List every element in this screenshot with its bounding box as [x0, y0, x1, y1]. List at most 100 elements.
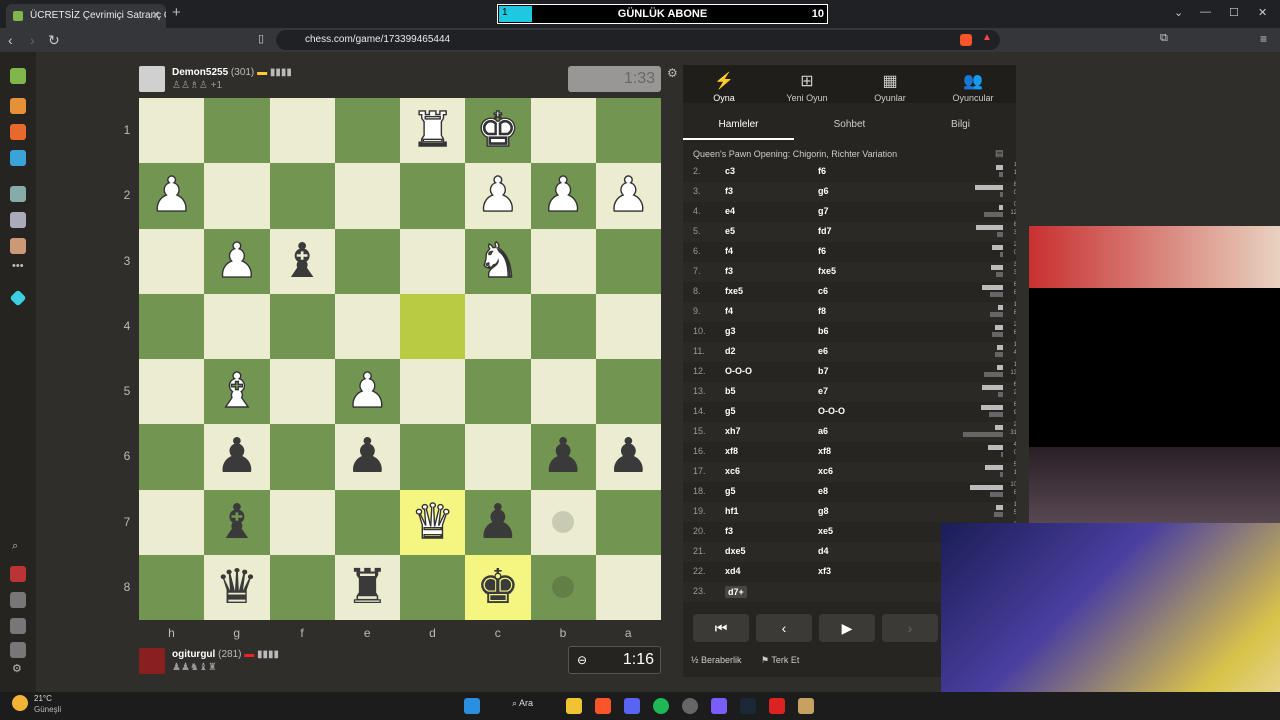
address-bar[interactable]: chess.com/game/173399465444 [276, 30, 1000, 50]
notifications-icon[interactable] [10, 592, 26, 608]
tab-new-game[interactable]: ⊞ Yeni Oyun [767, 71, 847, 103]
news-icon[interactable] [10, 212, 26, 228]
white-move[interactable]: c3 [725, 166, 735, 176]
watch-icon[interactable] [10, 186, 26, 202]
game-icon[interactable] [798, 698, 814, 714]
square[interactable] [400, 163, 466, 229]
white-pawn-piece[interactable]: ♟ [531, 163, 596, 228]
next-move-button[interactable]: ▶ [819, 614, 875, 642]
square[interactable] [530, 228, 596, 294]
white-move[interactable]: f4 [725, 306, 733, 316]
file-explorer-icon[interactable] [566, 698, 582, 714]
square[interactable] [595, 359, 661, 425]
square[interactable] [465, 293, 531, 359]
square[interactable] [204, 163, 270, 229]
white-move[interactable]: f3 [725, 526, 733, 536]
top-player-name[interactable]: Demon5255 (301) ▬ ▮▮▮▮ [172, 67, 292, 78]
white-move[interactable]: e4 [725, 206, 735, 216]
black-move[interactable]: c6 [818, 286, 828, 296]
black-king-piece[interactable]: ♚ [465, 555, 530, 620]
back-icon[interactable]: ‹ [8, 32, 13, 48]
black-move[interactable]: xe5 [818, 526, 833, 536]
white-move[interactable]: O-O-O [725, 366, 752, 376]
square[interactable] [269, 424, 335, 490]
square[interactable] [400, 424, 466, 490]
maximize-icon[interactable]: ☐ [1229, 6, 1239, 19]
white-move[interactable]: g3 [725, 326, 736, 336]
black-move[interactable]: b7 [818, 366, 829, 376]
black-bishop-piece[interactable]: ♝ [204, 490, 269, 555]
copy-icon[interactable]: ▤ [995, 148, 1004, 159]
puzzles-icon[interactable] [10, 98, 26, 114]
square[interactable] [269, 98, 335, 164]
white-move[interactable]: f4 [725, 246, 733, 256]
square[interactable] [269, 359, 335, 425]
square[interactable] [269, 163, 335, 229]
black-bishop-piece[interactable]: ♝ [270, 229, 335, 294]
white-move[interactable]: d7+ [725, 586, 747, 598]
white-move[interactable]: g5 [725, 406, 736, 416]
last-move-button[interactable]: › [882, 614, 938, 642]
white-move[interactable]: f3 [725, 266, 733, 276]
white-move[interactable]: xh7 [725, 426, 741, 436]
black-move[interactable]: f6 [818, 166, 826, 176]
tab-moves[interactable]: Hamleler [683, 110, 794, 140]
square[interactable] [334, 228, 400, 294]
white-move[interactable]: f3 [725, 186, 733, 196]
square[interactable] [139, 554, 205, 620]
brave-rewards-icon[interactable]: ▲ [982, 32, 992, 43]
white-move[interactable]: dxe5 [725, 546, 746, 556]
square[interactable] [595, 228, 661, 294]
square[interactable] [400, 359, 466, 425]
square[interactable] [400, 293, 466, 359]
tab-games[interactable]: ▦ Oyunlar [850, 71, 930, 103]
black-move[interactable]: g8 [818, 506, 829, 516]
close-window-icon[interactable]: ✕ [1258, 6, 1267, 19]
square[interactable] [139, 98, 205, 164]
obs-icon[interactable] [682, 698, 698, 714]
browser-tab[interactable]: ÜCRETSİZ Çevrimiçi Satranç Oyn✕ [6, 4, 166, 28]
white-pawn-piece[interactable]: ♟ [596, 163, 661, 228]
top-player-avatar[interactable] [139, 66, 165, 92]
tab-players[interactable]: 👥 Oyuncular [933, 71, 1013, 103]
black-move[interactable]: f8 [818, 306, 826, 316]
brave-shield-icon[interactable] [960, 34, 972, 46]
black-pawn-piece[interactable]: ♟ [465, 490, 530, 555]
square[interactable] [595, 554, 661, 620]
bottom-player-avatar[interactable] [139, 648, 165, 674]
square[interactable] [530, 98, 596, 164]
black-move[interactable]: e8 [818, 486, 828, 496]
social-icon[interactable] [10, 238, 26, 254]
black-move[interactable]: e6 [818, 346, 828, 356]
white-pawn-piece[interactable]: ♟ [335, 359, 400, 424]
white-king-piece[interactable]: ♚ [465, 98, 530, 163]
black-move[interactable]: xf3 [818, 566, 831, 576]
white-queen-piece[interactable]: ♛ [400, 490, 465, 555]
black-move[interactable]: fxe5 [818, 266, 836, 276]
square[interactable] [465, 424, 531, 490]
square[interactable] [530, 359, 596, 425]
black-move[interactable]: fd7 [818, 226, 832, 236]
square[interactable] [334, 163, 400, 229]
square[interactable] [204, 98, 270, 164]
black-move[interactable]: b6 [818, 326, 829, 336]
bookmark-icon[interactable]: ▯ [258, 32, 264, 45]
square[interactable] [204, 293, 270, 359]
white-move[interactable]: g5 [725, 486, 736, 496]
chess-board[interactable]: ♜ ♚ ♟ ♟ ♟ ♟ ♟ ♝ ♞ ♝ ♟ ♟ ♟ ♟ ♟ ♝ ♛ ♟ ♛ ♜ ♚ [139, 98, 661, 620]
square[interactable] [139, 489, 205, 555]
more-icon[interactable]: ••• [12, 260, 24, 272]
square[interactable] [400, 554, 466, 620]
minimize-icon[interactable]: — [1200, 6, 1211, 18]
diamond-membership-icon[interactable] [9, 289, 27, 307]
square[interactable] [269, 293, 335, 359]
white-move[interactable]: xc6 [725, 466, 740, 476]
play-icon[interactable] [10, 124, 26, 140]
app-icon[interactable] [711, 698, 727, 714]
new-tab-icon[interactable]: + [172, 4, 181, 21]
spotify-icon[interactable] [653, 698, 669, 714]
draw-button[interactable]: ½ Beraberlik [691, 655, 742, 665]
square[interactable] [334, 293, 400, 359]
square[interactable] [595, 293, 661, 359]
tab-info[interactable]: Bilgi [905, 110, 1016, 140]
